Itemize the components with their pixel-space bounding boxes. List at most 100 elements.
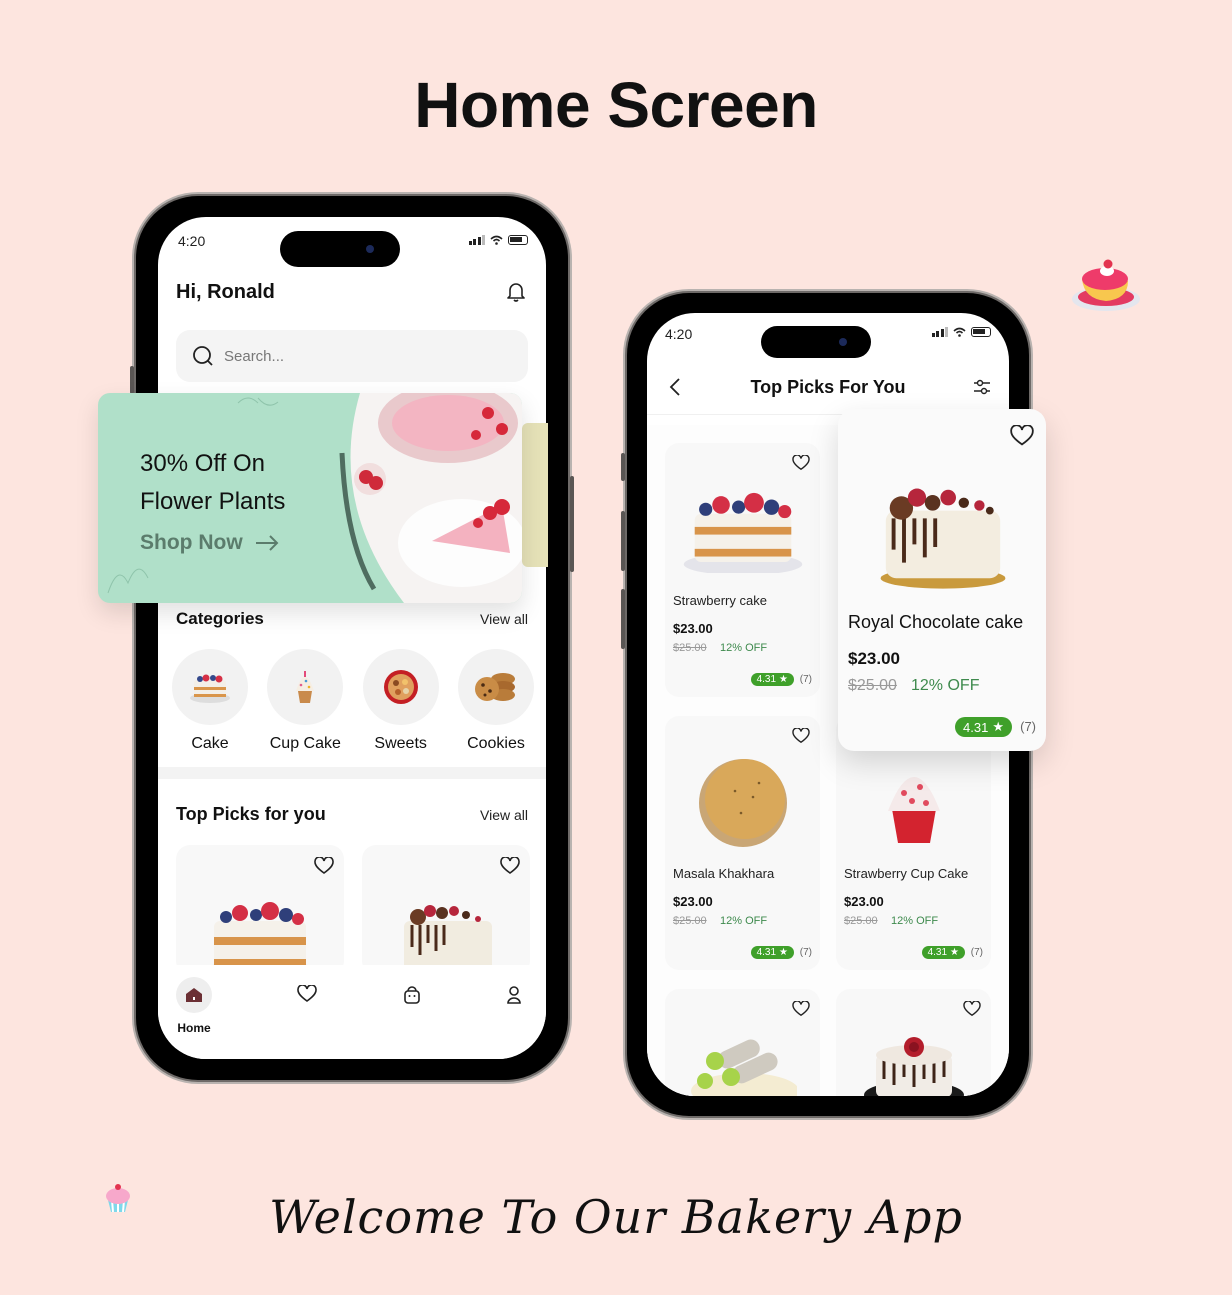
cookies-icon [474, 673, 515, 701]
nav-home-label: Home [177, 1021, 211, 1035]
product-name: Masala Khakhara [673, 866, 775, 881]
shopping-bag-icon [403, 986, 420, 1004]
kaju-roll-image [691, 1039, 797, 1096]
product-name: Strawberry cake [673, 593, 767, 608]
product-card[interactable]: Masala Khakhara $23.00 $25.00 12% OFF 4.… [665, 716, 820, 970]
home-icon [186, 988, 202, 1002]
categories-view-all-link[interactable]: View all [480, 611, 528, 627]
welcome-tagline: Welcome To Our Bakery App [269, 1190, 963, 1244]
category-cake[interactable]: Cake [172, 649, 248, 753]
top-pick-card[interactable] [362, 845, 530, 975]
profile-icon [507, 986, 521, 1004]
signal-icon [468, 235, 485, 245]
rating-value: 4.31 [756, 674, 777, 685]
highlighted-product-card[interactable]: Royal Chocolate cake $23.00 $25.00 12% O… [838, 409, 1046, 751]
banner-headline: 30% Off On Flower Plants [140, 445, 285, 521]
shop-now-button[interactable]: Shop Now [140, 531, 279, 555]
signal-icon [931, 327, 948, 337]
back-chevron-icon[interactable] [669, 377, 681, 397]
status-time: 4:20 [665, 326, 693, 342]
bottom-navigation: Home [158, 965, 546, 1059]
product-price: $23.00 [673, 894, 713, 909]
review-count: (7) [799, 674, 812, 685]
star-icon: ★ [779, 947, 788, 958]
search-input[interactable]: Search... [176, 330, 528, 382]
status-icons [931, 327, 991, 337]
masala-khakhara-image [698, 759, 787, 847]
cake-icon [190, 674, 230, 703]
category-cookies[interactable]: Cookies [457, 649, 534, 753]
home-screen: 4:20 Hi, Ronald Search... Categories Vie… [158, 217, 546, 1059]
product-card[interactable]: Strawberry cake $23.00 $25.00 12% OFF 4.… [665, 443, 820, 697]
product-card[interactable]: Strawberry Cup Cake $23.00 $25.00 12% OF… [836, 716, 991, 970]
category-cupcake[interactable]: Cup Cake [267, 649, 344, 753]
product-discount: 12% OFF [720, 642, 768, 654]
section-divider [158, 767, 546, 779]
category-label: Cup Cake [269, 735, 341, 752]
dynamic-island [280, 231, 400, 267]
star-icon: ★ [950, 947, 959, 958]
nav-home[interactable]: Home [176, 977, 212, 1059]
home-phone-frame: 4:20 Hi, Ronald Search... Categories Vie… [130, 196, 574, 1080]
product-old-price: $25.00 [848, 677, 897, 694]
rating-value: 4.31 [963, 719, 989, 735]
rating-badge: 4.31 ★ [955, 717, 1012, 737]
page-title: Home Screen [414, 69, 818, 141]
heart-icon[interactable] [792, 455, 810, 471]
product-discount: 12% OFF [911, 677, 980, 694]
product-card[interactable] [665, 989, 820, 1096]
rose-chocolate-cake-image [864, 1037, 964, 1096]
category-sweets[interactable]: Sweets [362, 649, 439, 753]
promo-banner[interactable]: 30% Off On Flower Plants Shop Now [98, 393, 522, 603]
top-picks-view-all-link[interactable]: View all [480, 807, 528, 823]
product-price: $23.00 [848, 649, 900, 668]
battery-icon [508, 235, 528, 245]
rating-badge: 4.31 ★ [921, 946, 965, 959]
heart-icon[interactable] [314, 857, 334, 875]
product-old-price: $25.00 [673, 915, 707, 927]
heart-icon[interactable] [963, 1001, 981, 1017]
star-icon: ★ [779, 674, 788, 685]
category-label: Sweets [374, 735, 427, 752]
heart-icon[interactable] [792, 1001, 810, 1017]
product-name: Strawberry Cup Cake [844, 866, 969, 881]
product-old-price: $25.00 [673, 642, 707, 654]
product-price: $23.00 [844, 894, 884, 909]
review-count: (7) [970, 947, 983, 958]
filter-icon[interactable] [973, 378, 991, 396]
review-count: (7) [799, 947, 812, 958]
top-picks-header: Top Picks For You [647, 361, 1009, 415]
screen-title: Top Picks For You [750, 377, 906, 397]
nav-profile[interactable] [506, 977, 522, 1059]
dynamic-island [761, 326, 871, 358]
heart-icon[interactable] [1010, 425, 1034, 447]
next-banner-peek [522, 423, 548, 567]
product-price: $23.00 [673, 621, 713, 636]
sweets-icon [383, 670, 418, 704]
top-pick-card[interactable] [176, 845, 344, 975]
product-old-price: $25.00 [844, 915, 878, 927]
nav-favorites[interactable] [297, 977, 318, 1059]
strawberry-cupcake-image [887, 777, 940, 843]
status-icons [468, 235, 528, 245]
cupcake-icon [296, 671, 315, 703]
category-label: Cookies [467, 735, 525, 752]
heart-icon[interactable] [500, 857, 520, 875]
heart-icon[interactable] [792, 728, 810, 744]
wifi-icon [953, 327, 966, 337]
search-icon [193, 346, 213, 366]
heart-icon [297, 985, 318, 1002]
rating-badge: 4.31 ★ [750, 946, 794, 959]
strawberry-cake-image [208, 902, 312, 975]
nav-cart[interactable] [403, 977, 421, 1059]
notification-bell-icon[interactable] [506, 281, 526, 303]
greeting: Hi, Ronald [176, 281, 275, 303]
status-time: 4:20 [178, 233, 206, 249]
product-card[interactable] [836, 989, 991, 1096]
wifi-icon [490, 235, 503, 245]
battery-icon [971, 327, 991, 337]
categories-title: Categories [176, 609, 264, 628]
banner-line-1: 30% Off On [140, 450, 265, 477]
rating-badge: 4.31 ★ [750, 673, 794, 686]
product-name: Royal Chocolate cake [848, 612, 1024, 632]
